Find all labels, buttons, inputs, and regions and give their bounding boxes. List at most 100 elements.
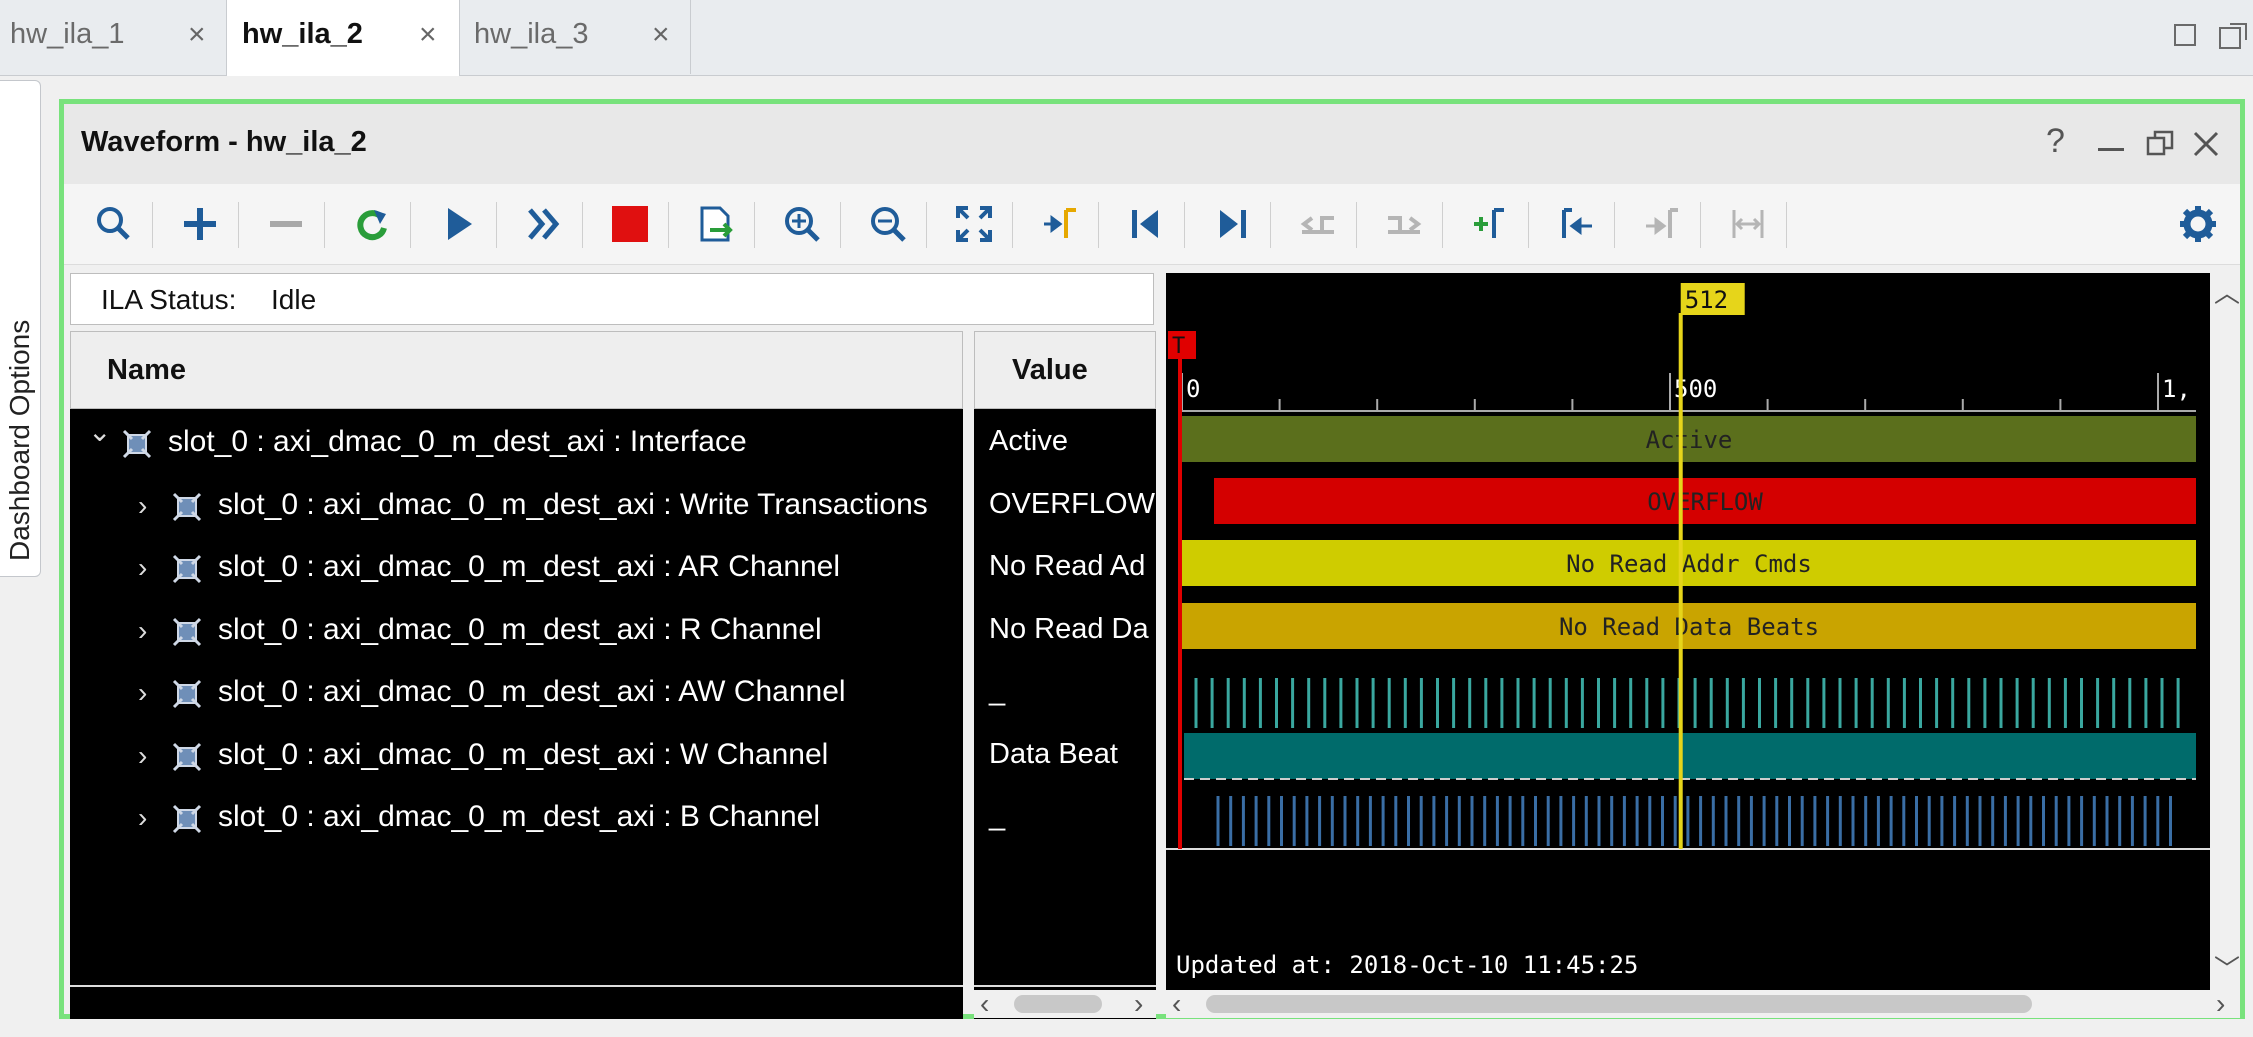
scroll-up-icon[interactable]: ︿ xyxy=(2214,273,2240,310)
run-trigger-icon[interactable] xyxy=(430,196,486,252)
interface-signal-icon xyxy=(172,804,202,834)
value-bar-label: No Read Addr Cmds xyxy=(1566,550,1812,578)
minimize-icon[interactable] xyxy=(2098,148,2124,151)
run-immediate-icon[interactable] xyxy=(516,196,572,252)
signal-name: slot_0 : axi_dmac_0_m_dest_axi : Write T… xyxy=(218,487,928,521)
add-icon[interactable] xyxy=(172,196,228,252)
close-panel-icon[interactable] xyxy=(2192,130,2220,163)
expand-chevron-icon[interactable]: › xyxy=(138,490,147,522)
value-bar-label: No Read Data Beats xyxy=(1559,613,1819,641)
expand-chevron-icon[interactable]: › xyxy=(138,677,147,709)
signal-value: No Read Ad xyxy=(989,550,1146,582)
waveform-horizontal-scrollbar[interactable]: ‹ › xyxy=(1166,988,2240,1020)
zoom-in-icon[interactable] xyxy=(774,196,830,252)
go-to-last-time-icon[interactable] xyxy=(1204,196,1260,252)
signal-row[interactable]: › slot_0 : axi_dmac_0_m_dest_axi : AW Cha… xyxy=(70,663,963,723)
restore-icon[interactable] xyxy=(2218,22,2248,55)
expand-chevron-icon[interactable]: › xyxy=(138,615,147,647)
signal-value: Active xyxy=(989,425,1068,457)
zoom-fit-icon[interactable] xyxy=(946,196,1002,252)
updated-timestamp: Updated at: 2018-Oct-10 11:45:25 xyxy=(1176,951,1638,979)
maximize-icon[interactable] xyxy=(2174,24,2196,46)
go-to-time-zero-icon[interactable] xyxy=(1118,196,1174,252)
next-transition-icon xyxy=(1376,196,1432,252)
scroll-down-icon[interactable]: ﹀ xyxy=(2214,949,2240,986)
name-column-label: Name xyxy=(107,354,186,386)
signal-row[interactable]: ⌄ slot_0 : axi_dmac_0_m_dest_axi : Interf… xyxy=(70,413,963,473)
float-icon[interactable] xyxy=(2146,130,2174,163)
signal-row[interactable]: › slot_0 : axi_dmac_0_m_dest_axi : AR Cha… xyxy=(70,538,963,598)
signal-row[interactable]: › slot_0 : axi_dmac_0_m_dest_axi : Write … xyxy=(70,476,963,536)
next-marker-icon xyxy=(1634,196,1690,252)
help-icon[interactable]: ? xyxy=(2046,122,2065,161)
dashboard-options-label: Dashboard Options xyxy=(4,319,35,561)
scroll-left-icon[interactable]: ‹ xyxy=(980,988,989,1020)
value-horizontal-scrollbar[interactable]: ‹ › xyxy=(974,988,1156,1020)
collapse-chevron-icon[interactable]: ⌄ xyxy=(88,415,111,448)
tab-hw-ila-1[interactable]: hw_ila_1 × xyxy=(0,0,226,74)
interface-signal-icon xyxy=(122,429,152,459)
ruler-label: 0 xyxy=(1186,375,1200,403)
signal-name: slot_0 : axi_dmac_0_m_dest_axi : B Chann… xyxy=(218,800,821,833)
trigger-marker-label: T xyxy=(1172,334,1185,359)
value-bar-label: Active xyxy=(1646,426,1733,454)
list-end-divider xyxy=(70,985,963,987)
signal-row[interactable]: › slot_0 : axi_dmac_0_m_dest_axi : R Chan… xyxy=(70,601,963,661)
panel-title: Waveform - hw_ila_2 xyxy=(81,126,367,158)
expand-chevron-icon[interactable]: › xyxy=(138,740,147,772)
interface-signal-icon xyxy=(172,679,202,709)
waveform-vertical-scrollbar[interactable]: ︿ ﹀ xyxy=(2210,273,2240,990)
value-column-header[interactable]: Value xyxy=(974,331,1156,409)
signal-name-list: ⌄ slot_0 : axi_dmac_0_m_dest_axi : Interf… xyxy=(70,409,963,1019)
tab-hw-ila-3[interactable]: hw_ila_3 × xyxy=(458,0,690,74)
previous-transition-icon xyxy=(1290,196,1346,252)
waveform-panel: Waveform - hw_ila_2 ? ILA Status: Idle N… xyxy=(59,99,2245,1019)
signal-value: Data Beat xyxy=(989,737,1118,770)
scroll-thumb[interactable] xyxy=(1206,995,2032,1013)
name-column-header[interactable]: Name xyxy=(70,331,963,409)
ila-status-label: ILA Status: xyxy=(101,284,237,315)
close-icon[interactable]: × xyxy=(419,18,437,52)
w-data-bus[interactable] xyxy=(1184,733,2196,779)
tab-label: hw_ila_3 xyxy=(474,18,589,50)
scroll-left-icon[interactable]: ‹ xyxy=(1172,988,1181,1020)
ila-status-value: Idle xyxy=(271,284,317,315)
close-icon[interactable]: × xyxy=(652,18,670,52)
settings-icon[interactable] xyxy=(2170,196,2226,252)
expand-chevron-icon[interactable]: › xyxy=(138,802,147,834)
tab-hw-ila-2[interactable]: hw_ila_2 × xyxy=(226,0,460,76)
add-marker-icon[interactable] xyxy=(1462,196,1518,252)
panel-title-bar: Waveform - hw_ila_2 ? xyxy=(64,104,2240,184)
waveform-canvas[interactable]: 0 500 1,ActiveOVERFLOWNo Read Addr CmdsNo … xyxy=(1166,273,2210,990)
signal-row[interactable]: › slot_0 : axi_dmac_0_m_dest_axi : W Chan… xyxy=(70,726,963,786)
signal-name: slot_0 : axi_dmac_0_m_dest_axi : W Chann… xyxy=(218,737,829,771)
waveform-view[interactable]: 0 500 1, Active OVERFLOW No Read Addr Cmds No … xyxy=(1166,273,2210,990)
interface-signal-icon xyxy=(172,617,202,647)
scroll-right-icon[interactable]: › xyxy=(1134,988,1143,1020)
scroll-right-icon[interactable]: › xyxy=(2216,988,2225,1020)
editor-tab-bar: hw_ila_1 × hw_ila_2 × hw_ila_3 × xyxy=(0,0,2253,76)
stop-icon[interactable] xyxy=(602,196,658,252)
value-bar-label: OVERFLOW xyxy=(1647,488,1763,516)
swap-cursors-icon xyxy=(1720,196,1776,252)
interface-signal-icon xyxy=(172,554,202,584)
zoom-out-icon[interactable] xyxy=(860,196,916,252)
close-icon[interactable]: × xyxy=(188,18,206,52)
signal-row[interactable]: › slot_0 : axi_dmac_0_m_dest_axi : B Chan… xyxy=(70,788,963,848)
scroll-thumb[interactable] xyxy=(1014,995,1102,1013)
refresh-icon[interactable] xyxy=(344,196,400,252)
expand-chevron-icon[interactable]: › xyxy=(138,552,147,584)
list-end-divider xyxy=(974,985,1156,987)
remove-icon[interactable] xyxy=(258,196,314,252)
signal-value: No Read Da xyxy=(989,612,1149,645)
signal-name: slot_0 : axi_dmac_0_m_dest_axi : Interfa… xyxy=(168,425,747,458)
cursor-value-label: 512 xyxy=(1685,286,1728,314)
tab-separator xyxy=(690,0,691,74)
ila-status-box: ILA Status: Idle xyxy=(70,273,1154,325)
interface-signal-icon xyxy=(172,742,202,772)
dashboard-options-tab[interactable]: Dashboard Options xyxy=(0,80,41,577)
export-icon[interactable] xyxy=(688,196,744,252)
search-icon[interactable] xyxy=(86,196,142,252)
go-to-cursor-icon[interactable] xyxy=(1032,196,1088,252)
previous-marker-icon[interactable] xyxy=(1548,196,1604,252)
